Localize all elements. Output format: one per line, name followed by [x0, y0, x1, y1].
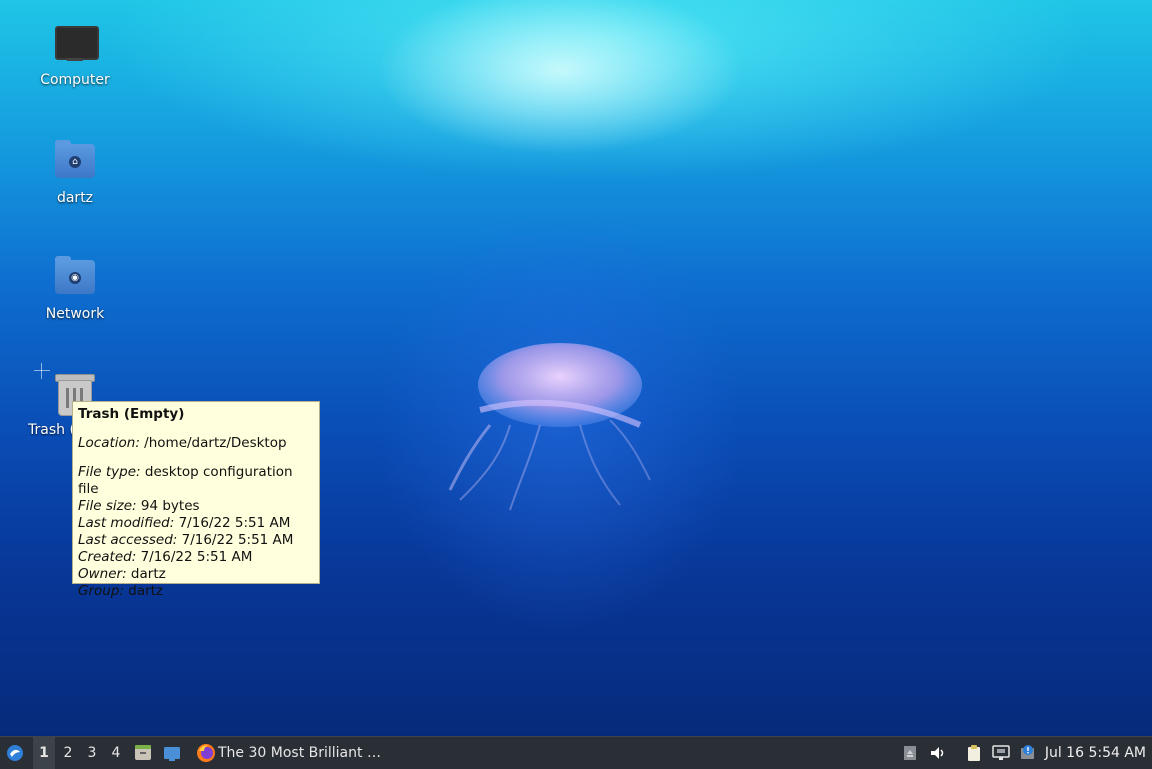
clock[interactable]: Jul 16 5:54 AM [1045, 737, 1146, 769]
tooltip-group: Group: dartz [78, 583, 164, 599]
workspace-1[interactable]: 1 [33, 737, 55, 769]
taskbar-window-firefox[interactable]: The 30 Most Brilliant … [190, 737, 390, 769]
desktop-icon-computer[interactable]: Computer [20, 20, 130, 88]
drop-target-indicator [34, 363, 50, 379]
trash-properties-tooltip: Trash (Empty) Location: /home/dartz/Desk… [72, 401, 320, 599]
computer-icon [51, 20, 99, 68]
tooltip-file-type: File type: desktop configuration file [78, 464, 293, 497]
network-folder-icon: ◉ [51, 254, 99, 302]
workspace-3[interactable]: 3 [81, 737, 103, 769]
jellyfish-wallpaper-art [448, 343, 651, 511]
desktop-icon-label: Computer [40, 72, 110, 88]
show-desktop-icon[interactable] [163, 744, 181, 762]
tooltip-file-size: File size: 94 bytes [78, 498, 200, 514]
desktop: Computer ⌂ dartz ◉ Network Trash (Trash… [0, 0, 1152, 736]
app-menu-icon[interactable] [6, 744, 24, 762]
tooltip-last-accessed: Last accessed: 7/16/22 5:51 AM [78, 532, 294, 548]
workspace-2[interactable]: 2 [57, 737, 79, 769]
volume-icon[interactable] [929, 744, 947, 762]
firefox-icon [197, 744, 215, 762]
update-notifier-icon[interactable] [1019, 744, 1037, 762]
eject-icon[interactable] [901, 744, 919, 762]
clipboard-icon[interactable] [965, 744, 983, 762]
tooltip-location: Location: /home/dartz/Desktop [78, 435, 287, 451]
taskbar: 1 2 3 4 The 30 Most Brilliant … Jul 16 5… [0, 736, 1152, 769]
desktop-icon-network[interactable]: ◉ Network [20, 254, 130, 322]
tooltip-owner: Owner: dartz [78, 566, 166, 582]
tooltip-title: Trash (Empty) [78, 406, 185, 422]
network-wired-icon[interactable] [992, 744, 1010, 762]
file-manager-launcher-icon[interactable] [134, 744, 152, 762]
taskbar-window-title: The 30 Most Brilliant … [218, 745, 381, 761]
desktop-icon-home[interactable]: ⌂ dartz [20, 138, 130, 206]
desktop-icon-label: dartz [56, 190, 94, 206]
workspace-4[interactable]: 4 [105, 737, 127, 769]
home-folder-icon: ⌂ [51, 138, 99, 186]
tooltip-last-modified: Last modified: 7/16/22 5:51 AM [78, 515, 291, 531]
tooltip-created: Created: 7/16/22 5:51 AM [78, 549, 253, 565]
desktop-icon-label: Network [45, 306, 105, 322]
